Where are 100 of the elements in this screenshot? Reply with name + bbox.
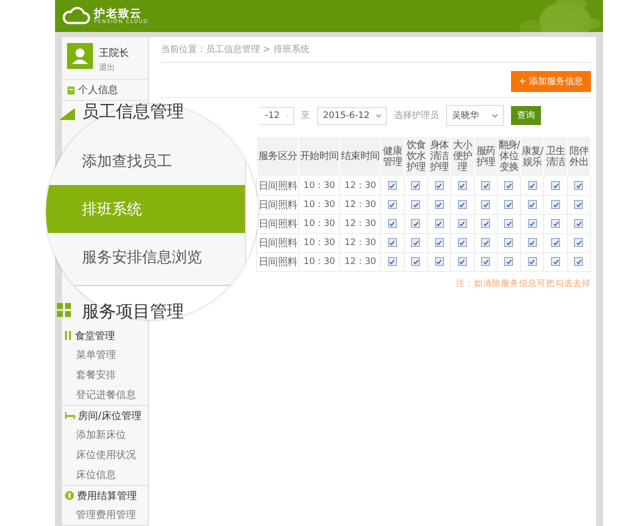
checkbox[interactable] <box>388 219 397 228</box>
checkbox[interactable] <box>481 238 490 248</box>
start-date-select[interactable]: -12 <box>260 106 294 124</box>
table-cell: 12 : 30 <box>340 176 381 196</box>
utensils-icon <box>65 331 72 340</box>
checkbox[interactable] <box>411 238 420 248</box>
checkbox[interactable] <box>551 200 560 210</box>
column-header: 大小便护理 <box>450 136 474 176</box>
checkbox[interactable] <box>411 219 420 228</box>
document-icon <box>67 86 75 94</box>
checkbox[interactable] <box>551 181 560 190</box>
checkbox[interactable] <box>434 257 444 266</box>
column-header: 陪伴外出 <box>567 136 590 176</box>
checkbox[interactable] <box>551 219 560 228</box>
sidebar-item[interactable]: 套餐安排 <box>62 365 148 385</box>
sidebar-item[interactable]: 管理费用管理 <box>62 505 148 525</box>
checkbox[interactable] <box>458 200 467 210</box>
checkbox[interactable] <box>574 238 584 248</box>
sidebar-item[interactable]: 床位信息 <box>62 465 148 485</box>
chevron-down-icon <box>376 114 381 118</box>
cloud-logo-icon <box>62 7 90 25</box>
checkbox[interactable] <box>574 257 584 266</box>
checkbox[interactable] <box>528 200 537 210</box>
table-cell: 10 : 30 <box>298 234 340 252</box>
sidebar-item[interactable]: 个人信息 <box>62 80 148 101</box>
sidebar-item[interactable]: 服务安排信息浏览 <box>46 233 245 281</box>
coin-icon <box>65 491 74 500</box>
checkbox[interactable] <box>388 257 397 266</box>
checkbox[interactable] <box>574 219 584 228</box>
end-date-select[interactable]: 2015-6-12 <box>317 106 387 124</box>
checkbox[interactable] <box>574 181 584 190</box>
table-cell: 12 : 30 <box>340 196 381 214</box>
checkbox[interactable] <box>504 238 514 248</box>
checkbox[interactable] <box>411 200 420 210</box>
checkbox[interactable] <box>434 200 444 210</box>
grid-icon <box>57 303 71 317</box>
checkbox[interactable] <box>504 219 514 228</box>
logo-text: 护老致云 <box>94 8 142 18</box>
note-text: 注：如清除服务信息可把勾选去掉 <box>456 278 591 290</box>
column-header: 翻身/体位变换 <box>497 136 521 176</box>
triangle-icon <box>59 108 75 120</box>
checkbox[interactable] <box>528 257 537 266</box>
checkbox[interactable] <box>504 257 514 266</box>
checkbox[interactable] <box>551 257 560 266</box>
table-cell: 12 : 30 <box>340 234 381 252</box>
sidebar-group-title[interactable]: 食堂管理 <box>62 326 148 345</box>
sidebar-item[interactable]: 菜单管理 <box>62 345 148 365</box>
column-header: 结束时间 <box>340 136 381 176</box>
checkbox[interactable] <box>458 257 467 266</box>
logout-link[interactable]: 退出 <box>99 62 129 73</box>
checkbox[interactable] <box>388 200 397 210</box>
checkbox[interactable] <box>481 181 490 190</box>
sidebar-item[interactable]: 登记进餐信息 <box>62 385 148 405</box>
table-cell: 10 : 30 <box>298 196 340 214</box>
checkbox[interactable] <box>458 181 467 190</box>
column-header: 开始时间 <box>298 136 340 176</box>
table-cell: 日间照料 <box>256 234 299 252</box>
sidebar-group-title[interactable]: 费用结算管理 <box>62 486 148 505</box>
avatar-icon <box>67 43 93 69</box>
checkbox[interactable] <box>434 181 444 190</box>
checkbox[interactable] <box>504 181 514 190</box>
checkbox[interactable] <box>458 238 467 248</box>
checkbox[interactable] <box>504 200 514 210</box>
query-button[interactable]: 查询 <box>511 106 541 125</box>
column-header: 卫生清洁 <box>544 136 568 176</box>
checkbox[interactable] <box>528 219 537 228</box>
column-header: 健康管理 <box>380 136 404 176</box>
to-label: 至 <box>301 110 310 122</box>
column-header: 饮食饮水护理 <box>404 136 428 176</box>
checkbox[interactable] <box>551 238 560 248</box>
checkbox[interactable] <box>528 238 537 248</box>
checkbox[interactable] <box>388 181 397 190</box>
checkbox[interactable] <box>458 219 467 228</box>
user-name: 王院长 <box>99 46 129 60</box>
checkbox[interactable] <box>434 219 444 228</box>
table-cell: 10 : 30 <box>298 176 340 196</box>
column-header: 康复/娱乐 <box>520 136 544 176</box>
breadcrumb: 当前位置：员工信息管理 > 排班系统 <box>161 43 591 63</box>
caregiver-select[interactable]: 吴晓华 <box>446 105 504 126</box>
checkbox[interactable] <box>411 181 420 190</box>
section-heading: 服务项目管理 <box>82 301 184 323</box>
sidebar-item[interactable]: 排班系统 <box>46 185 245 233</box>
checkbox[interactable] <box>481 257 490 266</box>
checkbox[interactable] <box>388 238 397 248</box>
table-cell: 日间照料 <box>256 252 299 272</box>
column-header: 服药护理 <box>474 136 498 176</box>
sidebar-group-title[interactable]: 房间/床位管理 <box>62 406 148 425</box>
add-service-button[interactable]: + 添加服务信息 <box>510 71 591 92</box>
checkbox[interactable] <box>481 219 490 228</box>
checkbox[interactable] <box>528 181 537 190</box>
checkbox[interactable] <box>434 238 444 248</box>
checkbox[interactable] <box>574 200 584 210</box>
sidebar-item[interactable]: 床位使用状况 <box>62 445 148 465</box>
caregiver-label: 选择护理员 <box>394 110 439 122</box>
sidebar-item[interactable]: 添加查找员工 <box>46 137 245 185</box>
sidebar-item[interactable]: 添加新床位 <box>62 425 148 445</box>
chevron-down-icon <box>492 114 498 118</box>
checkbox[interactable] <box>481 200 490 210</box>
checkbox[interactable] <box>411 257 420 266</box>
table-cell: 10 : 30 <box>298 214 340 234</box>
